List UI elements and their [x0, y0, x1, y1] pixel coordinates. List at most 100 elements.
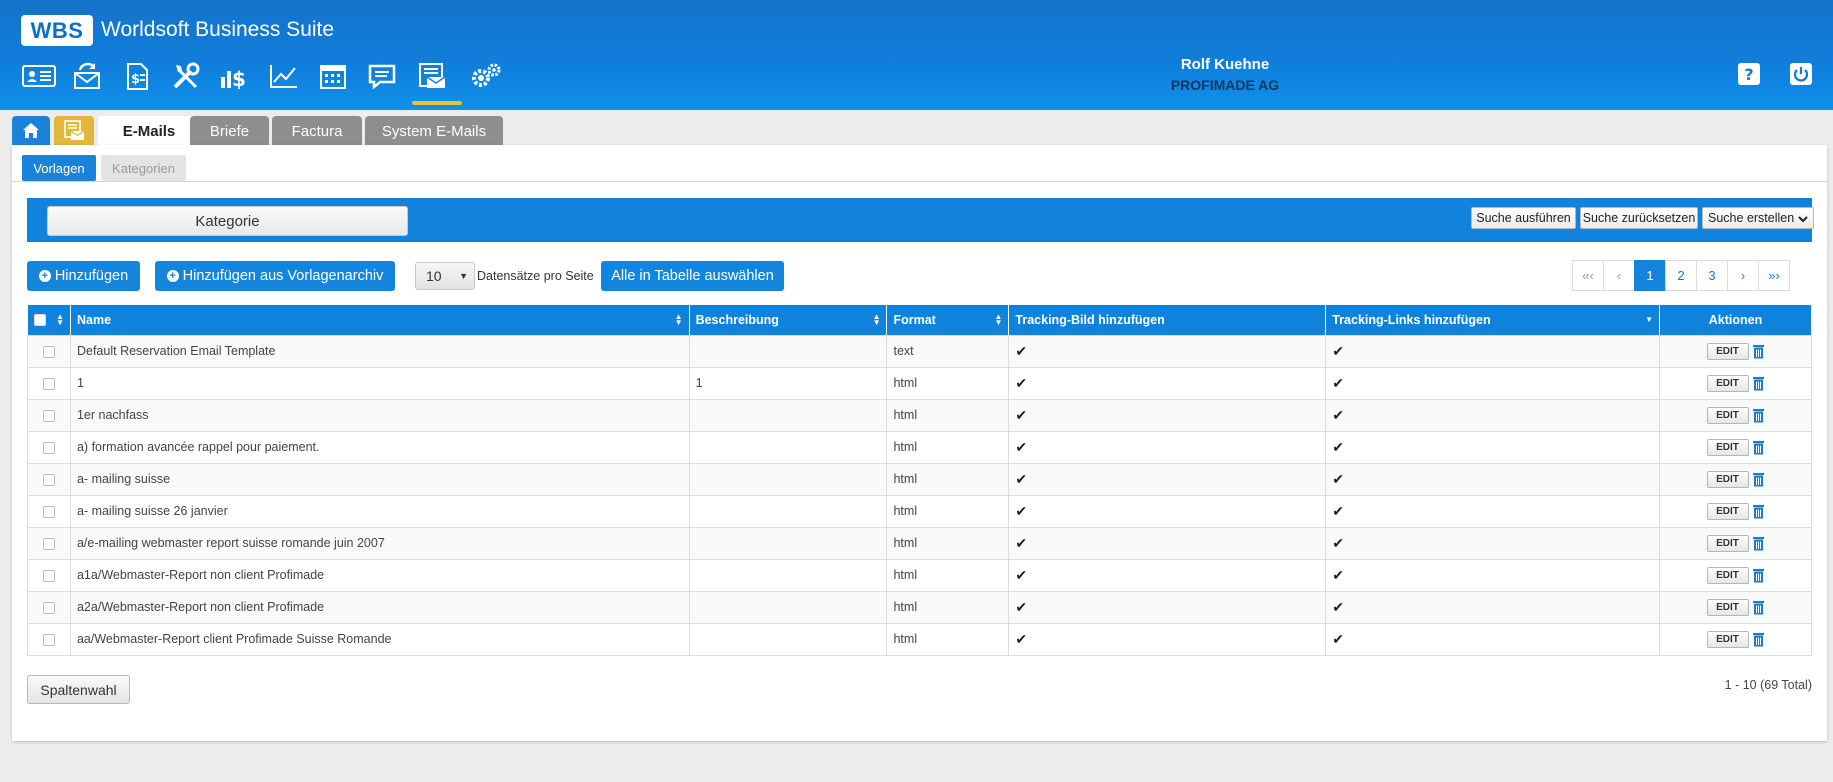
row-checkbox-cell[interactable]: [27, 430, 71, 464]
table-row[interactable]: a/e-mailing webmaster report suisse roma…: [27, 526, 1812, 560]
create-search-select[interactable]: Suche erstellen: [1702, 207, 1814, 229]
select-all-header[interactable]: ▲ ▼: [27, 305, 71, 335]
col-tracking-image[interactable]: Tracking-Bild hinzufügen: [1008, 305, 1327, 335]
row-checkbox[interactable]: [42, 441, 55, 454]
trash-icon[interactable]: [1752, 472, 1765, 487]
add-button[interactable]: + Hinzufügen: [27, 261, 140, 291]
table-row[interactable]: Default Reservation Email Template text ✔ ✔…: [27, 334, 1812, 368]
row-checkbox-cell[interactable]: [27, 398, 71, 432]
row-checkbox[interactable]: [42, 345, 55, 358]
edit-button[interactable]: EDIT: [1706, 374, 1749, 392]
row-checkbox-cell[interactable]: [27, 494, 71, 528]
table-row[interactable]: a- mailing suisse html ✔ ✔ EDIT: [27, 462, 1812, 496]
row-checkbox-cell[interactable]: [27, 558, 71, 592]
trash-icon[interactable]: [1752, 408, 1765, 423]
sort-icon[interactable]: ▲ ▼: [675, 313, 683, 327]
col-description[interactable]: Beschreibung ▲ ▼: [688, 305, 888, 335]
col-name[interactable]: Name ▲ ▼: [69, 305, 690, 335]
trash-icon[interactable]: [1752, 504, 1765, 519]
table-row[interactable]: a) formation avancée rappel pour paiemen…: [27, 430, 1812, 464]
settings-gears-icon[interactable]: [466, 58, 506, 94]
row-checkbox[interactable]: [42, 377, 55, 390]
contact-card-icon[interactable]: [19, 58, 59, 94]
newsletter-icon[interactable]: [412, 58, 452, 94]
trash-icon[interactable]: [1752, 632, 1765, 647]
edit-button[interactable]: EDIT: [1706, 342, 1749, 360]
table-row[interactable]: aa/Webmaster-Report client Profimade Sui…: [27, 622, 1812, 656]
chat-bubble-icon[interactable]: [362, 58, 402, 94]
logo[interactable]: WBS: [21, 15, 93, 46]
page-last[interactable]: »›: [1758, 260, 1790, 291]
row-checkbox[interactable]: [42, 601, 55, 614]
calendar-icon[interactable]: [313, 58, 353, 94]
reset-search-button[interactable]: Suche zurücksetzen: [1580, 207, 1698, 229]
records-per-page-select[interactable]: 10 ▼: [415, 262, 475, 290]
edit-button[interactable]: EDIT: [1706, 534, 1749, 552]
line-chart-icon[interactable]: [264, 58, 304, 94]
row-checkbox[interactable]: [42, 473, 55, 486]
trash-icon[interactable]: [1752, 376, 1765, 391]
row-checkbox[interactable]: [42, 409, 55, 422]
table-row[interactable]: 1 1 html ✔ ✔ EDIT: [27, 366, 1812, 400]
column-chooser-button[interactable]: Spaltenwahl: [27, 675, 130, 704]
row-checkbox[interactable]: [42, 505, 55, 518]
edit-button[interactable]: EDIT: [1706, 598, 1749, 616]
trash-icon[interactable]: [1752, 600, 1765, 615]
page-3[interactable]: 3: [1696, 260, 1728, 291]
table-row[interactable]: a2a/Webmaster-Report non client Profimad…: [27, 590, 1812, 624]
tools-icon[interactable]: [166, 58, 206, 94]
table-row[interactable]: a- mailing suisse 26 janvier html ✔ ✔ EDIT: [27, 494, 1812, 528]
subtab-vorlagen[interactable]: Vorlagen: [22, 155, 96, 181]
row-checkbox[interactable]: [42, 569, 55, 582]
col-format[interactable]: Format ▲ ▼: [886, 305, 1010, 335]
help-icon[interactable]: ?: [1735, 60, 1763, 88]
finance-dollar-icon[interactable]: $: [215, 58, 255, 94]
trash-icon[interactable]: [1752, 568, 1765, 583]
row-checkbox[interactable]: [42, 537, 55, 550]
run-search-button[interactable]: Suche ausführen: [1471, 207, 1576, 229]
sort-icon[interactable]: ▲ ▼: [56, 313, 64, 327]
tab-newsletter-module[interactable]: [54, 116, 94, 146]
tab-home[interactable]: [12, 116, 50, 146]
trash-icon[interactable]: [1752, 536, 1765, 551]
col-tracking-links[interactable]: Tracking-Links hinzufügen ▼: [1325, 305, 1661, 335]
page-2[interactable]: 2: [1665, 260, 1697, 291]
edit-button[interactable]: EDIT: [1706, 566, 1749, 584]
row-checkbox-cell[interactable]: [27, 526, 71, 560]
select-all-button[interactable]: Alle in Tabelle auswählen: [601, 261, 784, 291]
table-row[interactable]: 1er nachfass html ✔ ✔ EDIT: [27, 398, 1812, 432]
trash-icon[interactable]: [1752, 344, 1765, 359]
tab-system-emails[interactable]: System E-Mails: [365, 116, 503, 146]
table-row[interactable]: a1a/Webmaster-Report non client Profimad…: [27, 558, 1812, 592]
row-checkbox-cell[interactable]: [27, 590, 71, 624]
page-1[interactable]: 1: [1634, 260, 1666, 291]
category-filter-button[interactable]: Kategorie: [47, 206, 408, 236]
row-checkbox-cell[interactable]: [27, 622, 71, 656]
invoice-document-icon[interactable]: $: [117, 58, 157, 94]
page-prev[interactable]: ‹: [1603, 260, 1635, 291]
sort-icon[interactable]: ▲ ▼: [995, 313, 1003, 327]
add-from-archive-button[interactable]: + Hinzufügen aus Vorlagenarchiv: [155, 261, 395, 291]
edit-button[interactable]: EDIT: [1706, 502, 1749, 520]
row-checkbox-cell[interactable]: [27, 334, 71, 368]
tab-emails[interactable]: E-Mails: [98, 116, 200, 146]
power-icon[interactable]: [1787, 60, 1815, 88]
sort-icon[interactable]: ▲ ▼: [873, 313, 881, 327]
page-next[interactable]: ›: [1727, 260, 1759, 291]
subtab-kategorien[interactable]: Kategorien: [101, 155, 186, 181]
tab-briefe[interactable]: Briefe: [190, 116, 269, 146]
checkmark-icon: ✔: [1015, 374, 1028, 391]
edit-button[interactable]: EDIT: [1706, 438, 1749, 456]
tab-factura[interactable]: Factura: [272, 116, 362, 146]
row-checkbox-cell[interactable]: [27, 462, 71, 496]
edit-button[interactable]: EDIT: [1706, 470, 1749, 488]
row-checkbox-cell[interactable]: [27, 366, 71, 400]
row-checkbox[interactable]: [42, 633, 55, 646]
trash-icon[interactable]: [1752, 440, 1765, 455]
select-all-checkbox[interactable]: [34, 314, 46, 327]
sort-desc-icon[interactable]: ▼: [1645, 316, 1653, 324]
edit-button[interactable]: EDIT: [1706, 630, 1749, 648]
mail-recycle-icon[interactable]: [68, 58, 108, 94]
edit-button[interactable]: EDIT: [1706, 406, 1749, 424]
page-first[interactable]: «‹: [1572, 260, 1604, 291]
